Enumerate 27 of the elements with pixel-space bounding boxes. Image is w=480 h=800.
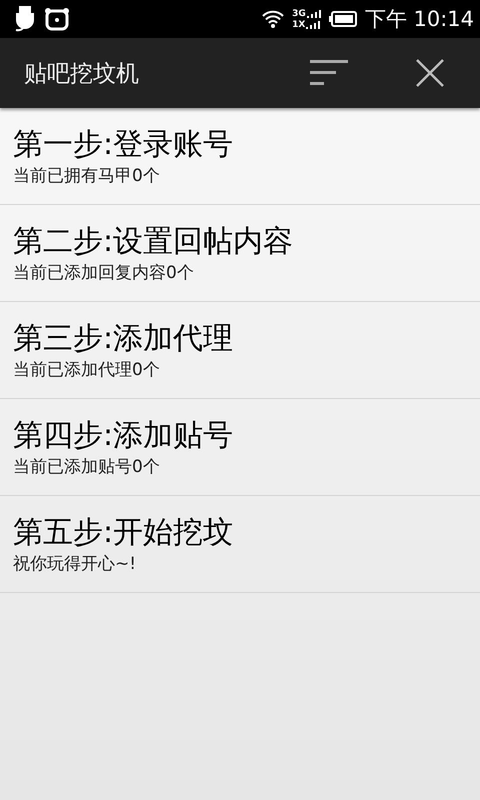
- step-item[interactable]: 第二步:设置回帖内容 当前已添加回复内容0个: [0, 205, 480, 302]
- app-title: 贴吧挖坟机: [24, 60, 140, 88]
- clock-time: 下午 10:14: [364, 6, 474, 33]
- step-title: 第三步:添加代理: [13, 320, 234, 358]
- signal-icon: [306, 20, 320, 28]
- step-title: 第一步:登录账号: [13, 126, 234, 164]
- step-title: 第四步:添加贴号: [13, 417, 234, 455]
- usb-icon: [14, 6, 36, 32]
- step-subtitle: 当前已添加回复内容0个: [13, 262, 195, 284]
- step-subtitle: 当前已拥有马甲0个: [13, 165, 161, 187]
- step-item[interactable]: 第三步:添加代理 当前已添加代理0个: [0, 302, 480, 399]
- step-subtitle: 祝你玩得开心~!: [13, 553, 138, 575]
- step-title: 第五步:开始挖坟: [13, 514, 234, 552]
- bear-face-icon: [44, 7, 70, 31]
- wifi-icon: [262, 10, 284, 28]
- step-item[interactable]: 第一步:登录账号 当前已拥有马甲0个: [0, 108, 480, 205]
- step-item[interactable]: 第五步:开始挖坟 祝你玩得开心~!: [0, 496, 480, 593]
- signal-icon: [306, 10, 321, 18]
- step-subtitle: 当前已添加代理0个: [13, 359, 161, 381]
- network-label: 1X: [292, 20, 306, 30]
- battery-icon: [328, 11, 357, 27]
- step-subtitle: 当前已添加贴号0个: [13, 456, 161, 478]
- close-icon: [416, 59, 444, 87]
- network-label: 3G: [292, 8, 306, 18]
- sort-icon: [310, 59, 350, 87]
- step-item[interactable]: 第四步:添加贴号 当前已添加贴号0个: [0, 399, 480, 496]
- step-title: 第二步:设置回帖内容: [13, 223, 294, 261]
